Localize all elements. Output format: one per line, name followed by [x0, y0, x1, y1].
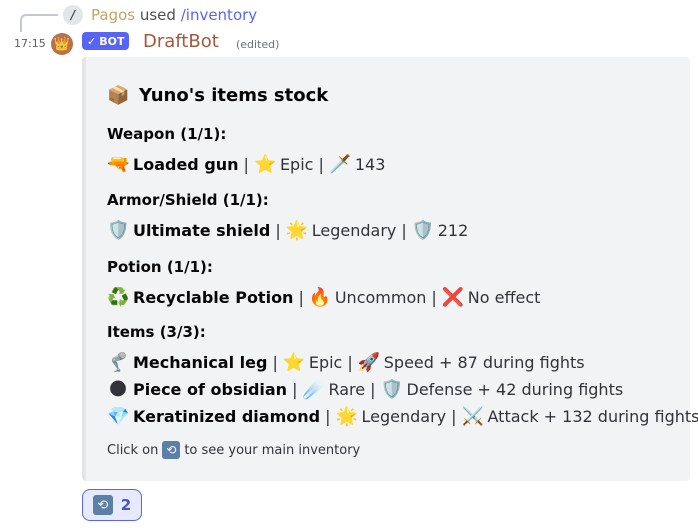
- item-icon: 🔫: [107, 153, 130, 175]
- rarity-icon: ⭐: [253, 153, 277, 175]
- item-stat: Speed + 87 during fights: [383, 352, 585, 372]
- item-name: Recyclable Potion: [133, 287, 294, 307]
- stat-icon: ⚔️: [461, 405, 484, 427]
- item-name: Mechanical leg: [133, 352, 268, 372]
- bot-avatar[interactable]: 👑: [51, 33, 73, 55]
- username[interactable]: DraftBot: [143, 31, 219, 52]
- rarity-icon: ⭐: [282, 351, 306, 373]
- refresh-icon: ⟲: [162, 441, 181, 459]
- item-rarity: Epic: [308, 352, 343, 372]
- refresh-reaction[interactable]: ⟲ 2: [82, 489, 142, 521]
- separator: |: [370, 379, 376, 399]
- message-timestamp[interactable]: 17:15: [14, 37, 46, 50]
- separator: |: [347, 352, 353, 372]
- item-stat: Attack + 132 during fights: [487, 406, 698, 426]
- item-rarity: Uncommon: [334, 287, 427, 307]
- rarity-icon: ☄️: [302, 378, 325, 400]
- reaction-count: 2: [120, 496, 132, 514]
- item-icon: ♻️: [107, 286, 130, 308]
- refresh-icon: ⟲: [92, 495, 113, 515]
- item-name: Ultimate shield: [133, 220, 271, 240]
- rarity-icon: 🔥: [308, 286, 332, 308]
- inventory-embed: 📦 Yuno's items stock Weapon (1/1): 🔫 Loade…: [82, 57, 698, 481]
- embed-title-text: Yuno's items stock: [139, 85, 329, 106]
- item-line: 💎 Keratinized diamond | 🌟 Legendary | ⚔️ Attack…: [107, 404, 698, 428]
- separator: |: [298, 287, 304, 307]
- item-line: ♻️ Recyclable Potion | 🔥 Uncommon | ❌ No effect: [107, 285, 540, 309]
- reply-spine: [20, 14, 58, 32]
- separator: |: [272, 352, 278, 372]
- separator: |: [318, 154, 324, 174]
- crown-icon: 👑: [53, 36, 71, 52]
- bot-tag-label: BOT: [99, 34, 125, 48]
- package-icon: 📦: [107, 85, 130, 106]
- section-heading: Armor/Shield (1/1):: [107, 191, 269, 209]
- item-stat: No effect: [467, 287, 541, 307]
- separator: |: [325, 406, 331, 426]
- footer-text-before: Click on: [107, 442, 159, 458]
- item-line: 🛡️ Ultimate shield | 🌟 Legendary | 🛡️ 212: [107, 218, 468, 242]
- item-rarity: Rare: [328, 379, 366, 399]
- item-rarity: Epic: [279, 154, 314, 174]
- separator: |: [431, 287, 437, 307]
- stat-icon: 🛡️: [380, 378, 403, 400]
- item-name: Loaded gun: [133, 154, 239, 174]
- section-heading: Weapon (1/1):: [107, 125, 227, 143]
- item-rarity: Legendary: [361, 406, 447, 426]
- item-name: Keratinized diamond: [133, 406, 321, 426]
- item-name: Piece of obsidian: [133, 379, 288, 399]
- embed-title: 📦 Yuno's items stock: [107, 85, 328, 106]
- separator: |: [451, 406, 457, 426]
- reply-command[interactable]: /inventory: [181, 6, 257, 24]
- item-stat: 143: [354, 154, 386, 174]
- item-icon: 🦿: [107, 351, 130, 373]
- item-rarity: Legendary: [311, 220, 397, 240]
- stat-icon: 🚀: [357, 351, 381, 373]
- item-line: 🌑 Piece of obsidian | ☄️ Rare | 🛡️ Defense + 42…: [107, 377, 624, 401]
- item-line: 🦿 Mechanical leg | ⭐ Epic | 🚀 Speed + 87 during…: [107, 350, 585, 374]
- reply-context[interactable]: Pagos used /inventory: [91, 6, 257, 24]
- stat-icon: 🛡️: [411, 219, 435, 241]
- separator: |: [243, 154, 249, 174]
- checkmark-icon: ✓: [87, 34, 97, 48]
- item-line: 🔫 Loaded gun | ⭐ Epic | 🗡️ 143: [107, 152, 385, 176]
- reply-username[interactable]: Pagos: [91, 6, 135, 24]
- item-icon: 🌑: [108, 378, 128, 400]
- separator: |: [292, 379, 298, 399]
- rarity-icon: 🌟: [335, 405, 358, 427]
- footer-text-after: to see your main inventory: [184, 442, 361, 458]
- reply-command-icon: /: [63, 5, 83, 25]
- separator: |: [401, 220, 407, 240]
- edited-label: (edited): [236, 38, 280, 51]
- item-stat: Defense + 42 during fights: [406, 379, 624, 399]
- reply-verb: used: [139, 6, 176, 24]
- item-icon: 🛡️: [107, 219, 130, 241]
- bot-tag: ✓ BOT: [82, 32, 130, 50]
- section-heading: Potion (1/1):: [107, 258, 213, 276]
- rarity-icon: 🌟: [285, 219, 309, 241]
- stat-icon: ❌: [441, 286, 465, 308]
- item-stat: 212: [437, 220, 469, 240]
- section-heading: Items (3/3):: [107, 323, 206, 341]
- embed-footer: Click on ⟲ to see your main inventory: [107, 441, 360, 459]
- separator: |: [275, 220, 281, 240]
- item-icon: 💎: [107, 405, 130, 427]
- stat-icon: 🗡️: [328, 153, 352, 175]
